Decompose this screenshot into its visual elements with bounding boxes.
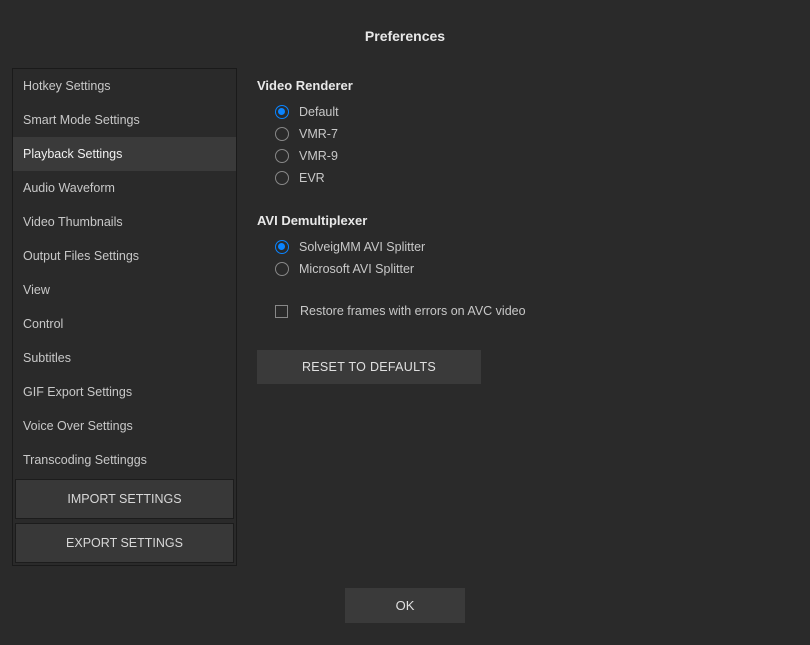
radio-option-solveigmm-splitter[interactable]: SolveigMM AVI Splitter xyxy=(275,240,798,254)
radio-icon xyxy=(275,127,289,141)
content-area: Hotkey Settings Smart Mode Settings Play… xyxy=(0,68,810,566)
video-renderer-title: Video Renderer xyxy=(257,78,798,93)
sidebar-item-subtitles[interactable]: Subtitles xyxy=(13,341,236,375)
sidebar-list: Hotkey Settings Smart Mode Settings Play… xyxy=(13,69,236,477)
sidebar-item-transcoding-settings[interactable]: Transcoding Settinggs xyxy=(13,443,236,477)
radio-label: VMR-7 xyxy=(299,127,338,141)
checkbox-label: Restore frames with errors on AVC video xyxy=(300,304,526,318)
radio-label: Default xyxy=(299,105,339,119)
sidebar-buttons: IMPORT SETTINGS EXPORT SETTINGS xyxy=(13,477,236,565)
checkbox-icon xyxy=(275,305,288,318)
dialog-title: Preferences xyxy=(0,0,810,68)
radio-label: EVR xyxy=(299,171,325,185)
radio-option-vmr9[interactable]: VMR-9 xyxy=(275,149,798,163)
sidebar-item-output-files-settings[interactable]: Output Files Settings xyxy=(13,239,236,273)
sidebar-item-view[interactable]: View xyxy=(13,273,236,307)
avi-demultiplexer-group: SolveigMM AVI Splitter Microsoft AVI Spl… xyxy=(257,240,798,276)
avi-demultiplexer-title: AVI Demultiplexer xyxy=(257,213,798,228)
sidebar-item-video-thumbnails[interactable]: Video Thumbnails xyxy=(13,205,236,239)
radio-label: VMR-9 xyxy=(299,149,338,163)
radio-label: Microsoft AVI Splitter xyxy=(299,262,414,276)
sidebar-item-playback-settings[interactable]: Playback Settings xyxy=(13,137,236,171)
sidebar-item-audio-waveform[interactable]: Audio Waveform xyxy=(13,171,236,205)
radio-icon xyxy=(275,240,289,254)
sidebar-item-voice-over-settings[interactable]: Voice Over Settings xyxy=(13,409,236,443)
radio-option-evr[interactable]: EVR xyxy=(275,171,798,185)
radio-option-default[interactable]: Default xyxy=(275,105,798,119)
restore-frames-checkbox-row[interactable]: Restore frames with errors on AVC video xyxy=(257,304,798,318)
sidebar-item-control[interactable]: Control xyxy=(13,307,236,341)
radio-icon xyxy=(275,171,289,185)
radio-icon xyxy=(275,262,289,276)
main-panel: Video Renderer Default VMR-7 VMR-9 EVR xyxy=(257,68,798,566)
video-renderer-group: Default VMR-7 VMR-9 EVR xyxy=(257,105,798,185)
radio-option-vmr7[interactable]: VMR-7 xyxy=(275,127,798,141)
sidebar-item-gif-export-settings[interactable]: GIF Export Settings xyxy=(13,375,236,409)
export-settings-button[interactable]: EXPORT SETTINGS xyxy=(15,523,234,563)
radio-icon xyxy=(275,149,289,163)
ok-button[interactable]: OK xyxy=(345,588,465,623)
reset-to-defaults-button[interactable]: RESET TO DEFAULTS xyxy=(257,350,481,384)
import-settings-button[interactable]: IMPORT SETTINGS xyxy=(15,479,234,519)
sidebar: Hotkey Settings Smart Mode Settings Play… xyxy=(12,68,237,566)
radio-label: SolveigMM AVI Splitter xyxy=(299,240,425,254)
radio-option-microsoft-splitter[interactable]: Microsoft AVI Splitter xyxy=(275,262,798,276)
sidebar-item-hotkey-settings[interactable]: Hotkey Settings xyxy=(13,69,236,103)
footer: OK xyxy=(0,566,810,645)
sidebar-item-smart-mode-settings[interactable]: Smart Mode Settings xyxy=(13,103,236,137)
radio-icon xyxy=(275,105,289,119)
